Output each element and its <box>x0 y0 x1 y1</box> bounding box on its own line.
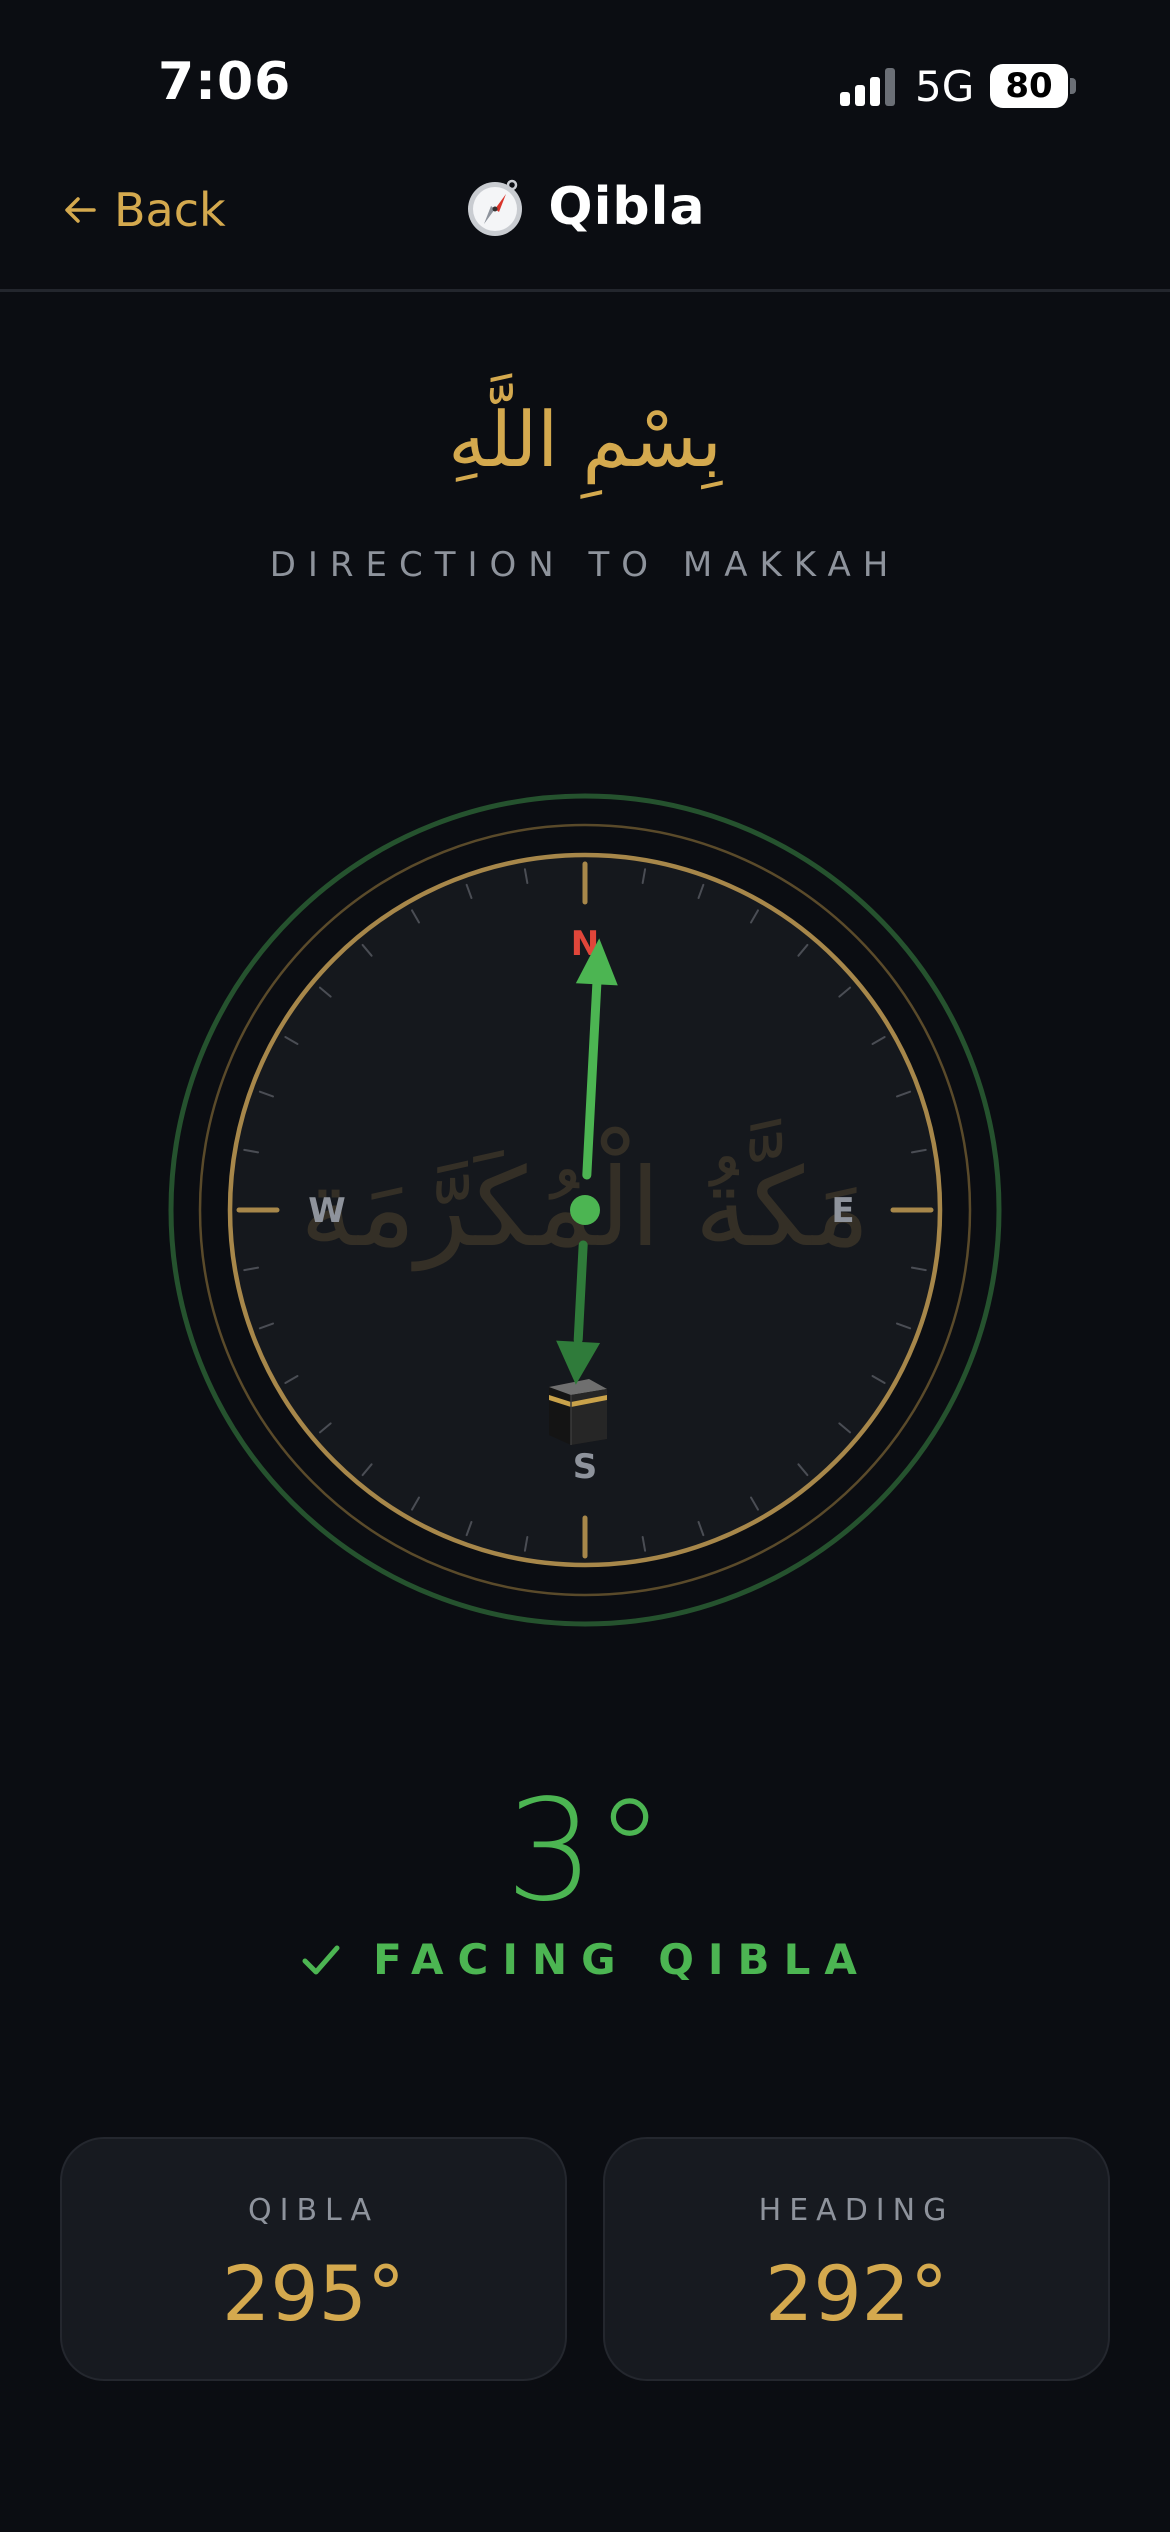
west-label: W <box>308 1191 346 1231</box>
heading-card-label: HEADING <box>758 2193 955 2228</box>
needle-pivot <box>570 1195 600 1225</box>
qibla-card-value: 295° <box>221 2249 406 2338</box>
qibla-card: QIBLA 295° <box>60 2137 567 2381</box>
header-divider <box>0 289 1170 292</box>
heading-card-value: 292° <box>764 2249 949 2338</box>
east-label: E <box>831 1191 854 1231</box>
bismillah-text: بِسْمِ اللَّهِ <box>448 395 722 484</box>
signal-icon <box>840 68 895 106</box>
heading-card: HEADING 292° <box>603 2137 1110 2381</box>
network-label: 5G <box>915 62 975 111</box>
battery-icon: 80 <box>990 64 1068 108</box>
page-title: Qibla <box>548 177 706 237</box>
compass-icon <box>468 179 523 236</box>
qibla-compass: مَكَّةُ الْمُكَرَّمَة N S W E <box>168 793 1002 1627</box>
qibla-offset-degree: 3° <box>505 1770 665 1933</box>
south-label: S <box>573 1447 598 1487</box>
battery-cap <box>1070 78 1076 94</box>
qibla-card-label: QIBLA <box>248 2193 379 2228</box>
facing-status: FACING QIBLA <box>0 1935 1170 1984</box>
direction-subtitle: DIRECTION TO MAKKAH <box>269 545 901 585</box>
checkmark-icon <box>302 1945 340 1974</box>
battery-level: 80 <box>1005 66 1053 106</box>
status-time: 7:06 <box>158 52 292 112</box>
kaaba-icon <box>549 1379 607 1445</box>
header: Qibla <box>0 176 1170 238</box>
facing-status-text: FACING QIBLA <box>373 1935 871 1984</box>
